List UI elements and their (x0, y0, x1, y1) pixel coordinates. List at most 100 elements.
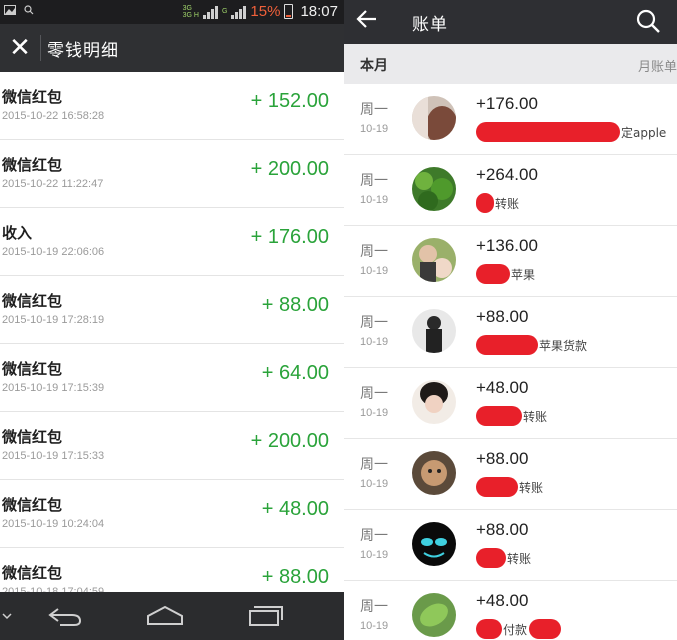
right-toolbar: 账单 (344, 0, 677, 44)
bill-item[interactable]: 周一 10-19 +136.00 苹果 (344, 226, 677, 297)
page-title: 零钱明细 (47, 40, 119, 61)
item-amount: +88.00 (476, 307, 529, 326)
back-arrow-icon[interactable] (356, 8, 378, 36)
bill-item[interactable]: 周一 10-19 +176.00 定apple (344, 84, 677, 155)
item-amount: +176.00 (476, 94, 538, 113)
avatar (412, 309, 456, 353)
item-name: 微信红包 (2, 428, 63, 446)
list-item[interactable]: 微信红包 2015-10-19 17:15:39 + 64.00 (0, 344, 344, 412)
item-weekday: 周一 (360, 102, 388, 118)
item-name: 微信红包 (2, 496, 63, 514)
close-icon[interactable]: ✕ (0, 24, 40, 72)
back-nav-icon[interactable] (46, 602, 84, 632)
redaction-mark (529, 619, 562, 639)
item-date: 10-19 (360, 336, 389, 348)
item-weekday: 周一 (360, 244, 388, 260)
bill-item[interactable]: 周一 10-19 +88.00 转账 (344, 439, 677, 510)
avatar (412, 451, 456, 495)
clock: 18:07 (300, 3, 338, 20)
status-bar: 3G 3G H G 15% 18:07 (0, 0, 344, 24)
right-screen: 账单 本月 月账单 周一 10-19 +176.00 定apple 周一 10-… (344, 0, 677, 640)
item-date: 2015-10-19 17:28:19 (2, 314, 105, 326)
redaction-mark (476, 619, 502, 639)
redaction-mark (476, 193, 494, 213)
item-date: 10-19 (360, 194, 389, 206)
redaction-mark (476, 122, 620, 142)
item-description: 定apple (476, 122, 666, 142)
item-description: 苹果 (476, 264, 535, 284)
item-date: 2015-10-19 10:24:04 (2, 518, 105, 530)
item-description: 转账 (476, 548, 531, 568)
item-amount: + 88.00 (261, 566, 329, 588)
recent-apps-icon[interactable] (246, 602, 286, 632)
item-date: 2015-10-22 11:22:47 (2, 178, 104, 190)
home-nav-icon[interactable] (144, 602, 186, 632)
change-detail-list: 微信红包 2015-10-22 16:58:28 + 152.00 微信红包 2… (0, 72, 344, 616)
list-item[interactable]: 微信红包 2015-10-22 16:58:28 + 152.00 (0, 72, 344, 140)
item-date: 10-19 (360, 265, 389, 277)
redaction-mark (476, 406, 522, 426)
battery-icon (284, 4, 294, 19)
item-date: 10-19 (360, 549, 389, 561)
item-weekday: 周一 (360, 457, 388, 473)
item-amount: + 200.00 (250, 430, 329, 452)
list-item[interactable]: 微信红包 2015-10-19 10:24:04 + 48.00 (0, 480, 344, 548)
item-date: 2015-10-22 16:58:28 (2, 110, 105, 122)
list-item[interactable]: 微信红包 2015-10-19 17:15:33 + 200.00 (0, 412, 344, 480)
avatar (412, 96, 456, 140)
search-icon[interactable] (635, 8, 661, 38)
item-name: 微信红包 (2, 360, 63, 378)
section-label: 本月 (360, 58, 388, 74)
monthly-bill-link[interactable]: 月账单 (638, 56, 677, 75)
item-date: 2015-10-19 22:06:06 (2, 246, 105, 258)
toolbar-divider (40, 35, 41, 61)
redaction-mark (476, 335, 538, 355)
bill-item[interactable]: 周一 10-19 +88.00 苹果货款 (344, 297, 677, 368)
item-amount: +136.00 (476, 236, 538, 255)
avatar (412, 167, 456, 211)
item-date: 10-19 (360, 620, 389, 632)
bill-item[interactable]: 周一 10-19 +48.00 转账 (344, 368, 677, 439)
item-weekday: 周一 (360, 386, 388, 402)
item-amount: + 88.00 (261, 294, 329, 316)
list-item[interactable]: 微信红包 2015-10-19 17:28:19 + 88.00 (0, 276, 344, 344)
item-amount: + 200.00 (250, 158, 329, 180)
item-description: 转账 (476, 406, 547, 426)
item-description: 苹果货款 (476, 335, 587, 355)
item-name: 微信红包 (2, 292, 63, 310)
item-date: 2015-10-19 17:15:33 (2, 450, 105, 462)
redaction-mark (476, 264, 510, 284)
item-name: 微信红包 (2, 156, 63, 174)
list-item[interactable]: 微信红包 2015-10-22 11:22:47 + 200.00 (0, 140, 344, 208)
image-notification-icon (4, 5, 16, 18)
chevron-down-icon[interactable] (2, 606, 12, 625)
list-item[interactable]: 收入 2015-10-19 22:06:06 + 176.00 (0, 208, 344, 276)
page-title: 账单 (412, 15, 448, 35)
redaction-mark (476, 548, 506, 568)
item-date: 10-19 (360, 123, 389, 135)
item-date: 10-19 (360, 478, 389, 490)
search-notification-icon (24, 5, 34, 18)
bill-item[interactable]: 周一 10-19 +88.00 转账 (344, 510, 677, 581)
month-section-header: 本月 月账单 (344, 44, 677, 84)
avatar (412, 238, 456, 282)
item-amount: + 48.00 (261, 498, 329, 520)
item-date: 2015-10-19 17:15:39 (2, 382, 105, 394)
bill-item[interactable]: 周一 10-19 +48.00 付款 (344, 581, 677, 640)
avatar (412, 522, 456, 566)
bill-list: 周一 10-19 +176.00 定apple 周一 10-19 +264.00… (344, 84, 677, 640)
item-weekday: 周一 (360, 599, 388, 615)
item-description: 付款 (476, 619, 562, 639)
item-name: 收入 (2, 224, 33, 242)
signal-icon (202, 5, 218, 19)
item-amount: +264.00 (476, 165, 538, 184)
avatar (412, 380, 456, 424)
left-toolbar: ✕ 零钱明细 (0, 24, 344, 72)
avatar (412, 593, 456, 637)
item-date: 10-19 (360, 407, 389, 419)
item-name: 微信红包 (2, 564, 63, 582)
item-amount: +88.00 (476, 520, 529, 539)
bill-item[interactable]: 周一 10-19 +264.00 转账 (344, 155, 677, 226)
signal-icon-2 (231, 5, 247, 19)
left-screen: 3G 3G H G 15% 18:07 ✕ 零钱明细 微信红包 2015-10-… (0, 0, 344, 640)
